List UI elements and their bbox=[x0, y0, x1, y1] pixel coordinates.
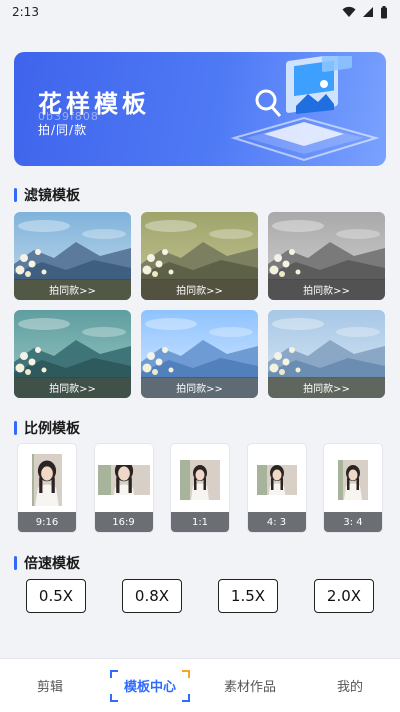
ratio-preview-image bbox=[97, 465, 150, 495]
section-accent-bar bbox=[14, 421, 17, 435]
ratio-card[interactable]: 16:9 bbox=[94, 444, 153, 532]
active-frame-corner bbox=[182, 669, 190, 678]
ratio-label: 1:1 bbox=[171, 512, 229, 532]
speed-section-header: 倍速模板 bbox=[14, 553, 80, 573]
ratio-card[interactable]: 1:1 bbox=[171, 444, 229, 532]
filter-section-title: 滤镜模板 bbox=[24, 188, 80, 204]
section-accent-bar bbox=[14, 556, 17, 570]
filter-card[interactable]: 拍同款>> bbox=[141, 212, 258, 300]
signal-icon bbox=[363, 7, 373, 17]
speed-button[interactable]: 0.8X bbox=[122, 579, 182, 613]
banner-subtitle: 拍/同/款 bbox=[38, 123, 88, 137]
bottom-nav: 剪辑 模板中心 素材作品 我的 bbox=[0, 658, 400, 712]
wifi-icon bbox=[342, 6, 356, 17]
ratio-card[interactable]: 9:16 bbox=[18, 444, 76, 532]
active-frame-corner bbox=[110, 693, 118, 702]
ratio-preview-image bbox=[256, 465, 297, 495]
nav-edit[interactable]: 剪辑 bbox=[0, 668, 100, 704]
speed-button[interactable]: 2.0X bbox=[314, 579, 374, 613]
filter-section-header: 滤镜模板 bbox=[14, 185, 80, 205]
status-icons bbox=[342, 5, 388, 19]
ratio-section-header: 比例模板 bbox=[14, 418, 80, 438]
filter-label: 拍同款>> bbox=[268, 279, 385, 300]
ratio-card[interactable]: 3: 4 bbox=[324, 444, 382, 532]
filter-label: 拍同款>> bbox=[14, 377, 131, 398]
nav-template-center[interactable]: 模板中心 bbox=[100, 668, 200, 704]
status-time: 2:13 bbox=[12, 5, 39, 19]
filter-card[interactable]: 拍同款>> bbox=[14, 212, 131, 300]
filter-label: 拍同款>> bbox=[268, 377, 385, 398]
ratio-preview-image bbox=[180, 460, 220, 500]
ratio-card[interactable]: 4: 3 bbox=[247, 444, 306, 532]
ratio-preview-image bbox=[32, 454, 62, 506]
banner-illustration bbox=[230, 56, 380, 162]
ratio-label: 3: 4 bbox=[324, 512, 382, 532]
filter-card[interactable]: 拍同款>> bbox=[268, 212, 385, 300]
ratio-section-title: 比例模板 bbox=[24, 421, 80, 437]
ratio-label: 9:16 bbox=[18, 512, 76, 532]
nav-material-works[interactable]: 素材作品 bbox=[200, 668, 300, 704]
speed-button[interactable]: 0.5X bbox=[26, 579, 86, 613]
active-frame-corner bbox=[182, 693, 190, 702]
nav-label: 模板中心 bbox=[123, 680, 176, 695]
filter-label: 拍同款>> bbox=[141, 377, 258, 398]
section-accent-bar bbox=[14, 188, 17, 202]
speed-button[interactable]: 1.5X bbox=[218, 579, 278, 613]
ratio-row: 9:16 16:9 1:1 4: 3 3: 4 bbox=[18, 444, 382, 532]
filter-label: 拍同款>> bbox=[141, 279, 258, 300]
filter-grid: 拍同款>> 拍同款>> 拍同款>> 拍同款>> 拍同款>> 拍同款>> bbox=[14, 212, 386, 398]
nav-label: 剪辑 bbox=[36, 680, 63, 695]
nav-label: 我的 bbox=[336, 680, 363, 695]
filter-card[interactable]: 拍同款>> bbox=[141, 310, 258, 398]
status-bar: 2:13 bbox=[0, 0, 400, 24]
filter-card[interactable]: 拍同款>> bbox=[268, 310, 385, 398]
nav-label: 素材作品 bbox=[223, 680, 276, 695]
filter-label: 拍同款>> bbox=[14, 279, 131, 300]
template-banner[interactable]: 花样模板 0b39f808 拍/同/款 bbox=[14, 52, 386, 166]
ratio-label: 4: 3 bbox=[247, 512, 306, 532]
filter-card[interactable]: 拍同款>> bbox=[14, 310, 131, 398]
nav-mine[interactable]: 我的 bbox=[300, 668, 400, 704]
speed-section-title: 倍速模板 bbox=[24, 556, 80, 572]
ratio-label: 16:9 bbox=[94, 512, 153, 532]
speed-row: 0.5X 0.8X 1.5X 2.0X bbox=[26, 579, 374, 613]
ratio-preview-image bbox=[338, 460, 368, 500]
active-frame-corner bbox=[110, 669, 118, 678]
battery-icon bbox=[381, 5, 387, 18]
